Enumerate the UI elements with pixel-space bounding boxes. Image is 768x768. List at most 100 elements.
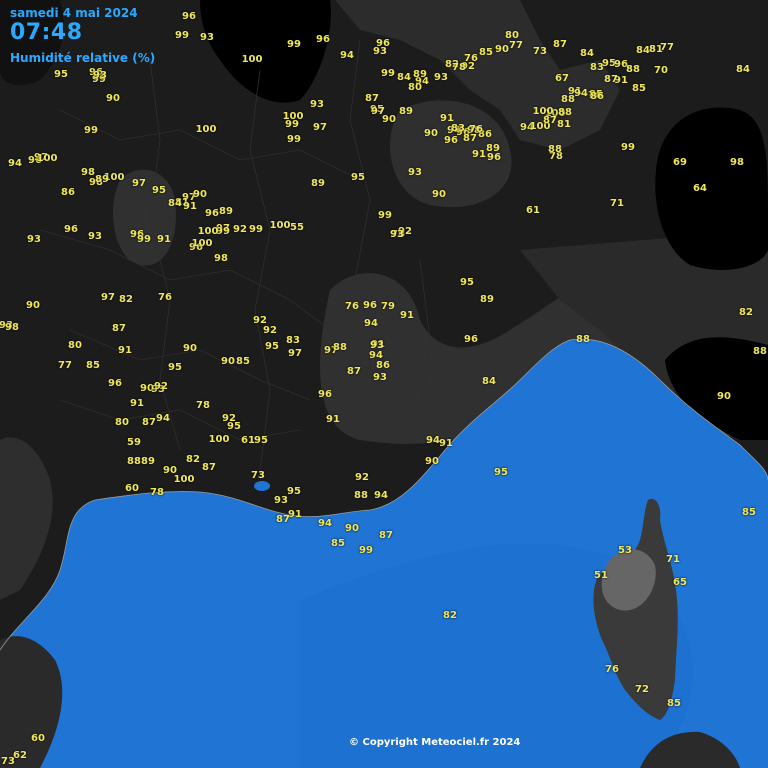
station-value: 96 [182, 11, 196, 22]
station-value: 55 [290, 222, 304, 233]
station-value: 67 [555, 73, 569, 84]
station-value: 98 [81, 167, 95, 178]
station-value: 82 [443, 610, 457, 621]
station-value: 90 [193, 189, 207, 200]
station-value: 91 [130, 398, 144, 409]
station-value: 87 [604, 74, 618, 85]
station-value: 91 [326, 414, 340, 425]
very-humid-zone-northeast [655, 107, 768, 270]
station-value: 83 [286, 335, 300, 346]
station-value: 91 [118, 345, 132, 356]
station-value: 85 [667, 698, 681, 709]
station-value: 93 [27, 234, 41, 245]
station-value: 77 [660, 42, 674, 53]
station-value: 73 [251, 470, 265, 481]
station-value: 94 [8, 158, 22, 169]
station-value: 99 [287, 134, 301, 145]
station-value: 93 [274, 495, 288, 506]
station-value: 85 [742, 507, 756, 518]
station-value: 85 [479, 47, 493, 58]
station-value: 89 [311, 178, 325, 189]
station-value: 87 [347, 366, 361, 377]
station-value: 100 [197, 226, 219, 237]
station-value: 59 [127, 437, 141, 448]
copyright-notice: © Copyright Meteociel.fr 2024 [349, 737, 521, 748]
station-value: 94 [574, 88, 588, 99]
station-value: 95 [168, 362, 182, 373]
station-value: 84 [736, 64, 750, 75]
station-value: 77 [58, 360, 72, 371]
station-value: 91 [183, 201, 197, 212]
station-value: 94 [426, 435, 440, 446]
station-value: 73 [533, 46, 547, 57]
station-value: 96 [318, 389, 332, 400]
station-value: 82 [739, 307, 753, 318]
station-value: 78 [150, 487, 164, 498]
station-value: 71 [610, 198, 624, 209]
station-value: 88 [548, 144, 562, 155]
station-value: 100 [282, 111, 304, 122]
station-value: 99 [249, 224, 263, 235]
station-value: 62 [13, 750, 27, 761]
station-value: 87 [379, 530, 393, 541]
station-value: 90 [26, 300, 40, 311]
station-value: 89 [480, 294, 494, 305]
station-value: 97 [132, 178, 146, 189]
station-value: 100 [269, 220, 291, 231]
station-value: 99 [175, 30, 189, 41]
station-value: 91 [288, 509, 302, 520]
lagoon [254, 481, 270, 491]
station-value: 87 [365, 93, 379, 104]
station-value: 87 [202, 462, 216, 473]
station-value: 85 [331, 538, 345, 549]
station-value: 85 [86, 360, 100, 371]
station-value: 90 [432, 189, 446, 200]
station-value: 89 [219, 206, 233, 217]
station-value: 94 [364, 318, 378, 329]
station-value: 95 [494, 467, 508, 478]
station-value: 90 [425, 456, 439, 467]
station-value: 99 [137, 234, 151, 245]
station-value: 100 [191, 238, 213, 249]
weather-map: 96 99 93 99 96 100 99 96 94 93 99 100 96 99 98 96 99 100 9… [0, 0, 768, 768]
station-value: 93 [434, 72, 448, 83]
station-value: 89 [399, 106, 413, 117]
station-value: 92 [263, 325, 277, 336]
station-value: 51 [594, 570, 608, 581]
station-value: 96 [487, 152, 501, 163]
station-value: 85 [632, 83, 646, 94]
station-value: 96 [464, 334, 478, 345]
station-value: 99 [84, 125, 98, 136]
station-value: 76 [464, 53, 478, 64]
station-value: 93 [93, 70, 107, 81]
map-time: 07:48 [10, 20, 83, 45]
station-value: 69 [673, 157, 687, 168]
station-value: 93 [310, 99, 324, 110]
station-value: 80 [115, 417, 129, 428]
station-value: 90 [717, 391, 731, 402]
station-value: 95 [265, 341, 279, 352]
station-value: 88 [561, 94, 575, 105]
station-value: 85 [236, 356, 250, 367]
station-value: 88 [626, 64, 640, 75]
station-value: 88 [576, 334, 590, 345]
station-value: 92 [222, 413, 236, 424]
station-value: 90 [345, 523, 359, 534]
station-value: 87 [553, 39, 567, 50]
station-value: 96 [205, 208, 219, 219]
station-value: 95 [54, 69, 68, 80]
station-value: 88 [753, 346, 767, 357]
station-value: 100 [195, 124, 217, 135]
station-value: 76 [345, 301, 359, 312]
station-value: 64 [693, 183, 707, 194]
station-value: 60 [31, 733, 45, 744]
station-value: 90 [183, 343, 197, 354]
station-value: 65 [673, 577, 687, 588]
station-value: 94 [156, 413, 170, 424]
station-value: 91 [400, 310, 414, 321]
station-value: 76 [158, 292, 172, 303]
station-value: 93 [373, 46, 387, 57]
station-value: 98 [730, 157, 744, 168]
station-value: 99 [287, 39, 301, 50]
station-value: 95 [152, 185, 166, 196]
